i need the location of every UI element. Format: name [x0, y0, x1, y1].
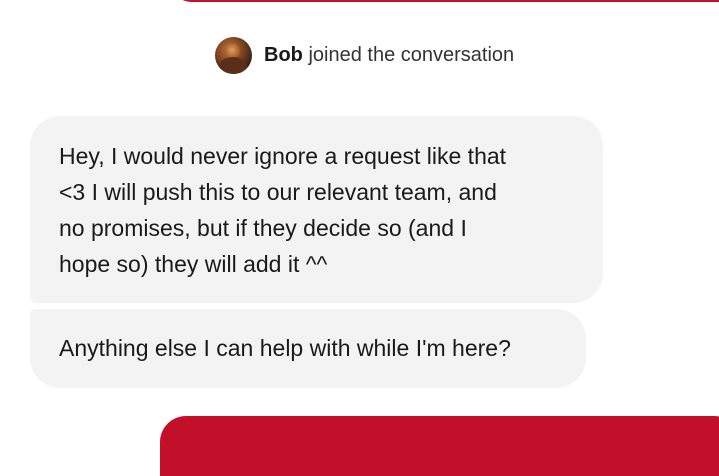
message-line: <3 I will push this to our relevant team… — [59, 179, 497, 205]
join-notice-text: Bob joined the conversation — [264, 44, 514, 67]
user-message-bubble-next — [160, 416, 719, 476]
message-text: Anything else I can help with while I'm … — [59, 335, 511, 361]
message-line: Hey, I would never ignore a request like… — [59, 143, 507, 169]
join-notice-suffix: joined the conversation — [302, 43, 515, 66]
join-notice: Bob joined the conversation — [215, 36, 514, 74]
message-line: hope so) they will add it ^^ — [59, 251, 328, 277]
agent-message-bubble: Anything else I can help with while I'm … — [30, 309, 586, 388]
bob-avatar — [215, 36, 252, 74]
message-line: no promises, but if they decide so (and … — [59, 215, 467, 241]
user-message-bubble-previous — [168, 0, 719, 2]
agent-name: Bob — [264, 43, 303, 66]
agent-message-bubble: Hey, I would never ignore a request like… — [30, 116, 603, 303]
